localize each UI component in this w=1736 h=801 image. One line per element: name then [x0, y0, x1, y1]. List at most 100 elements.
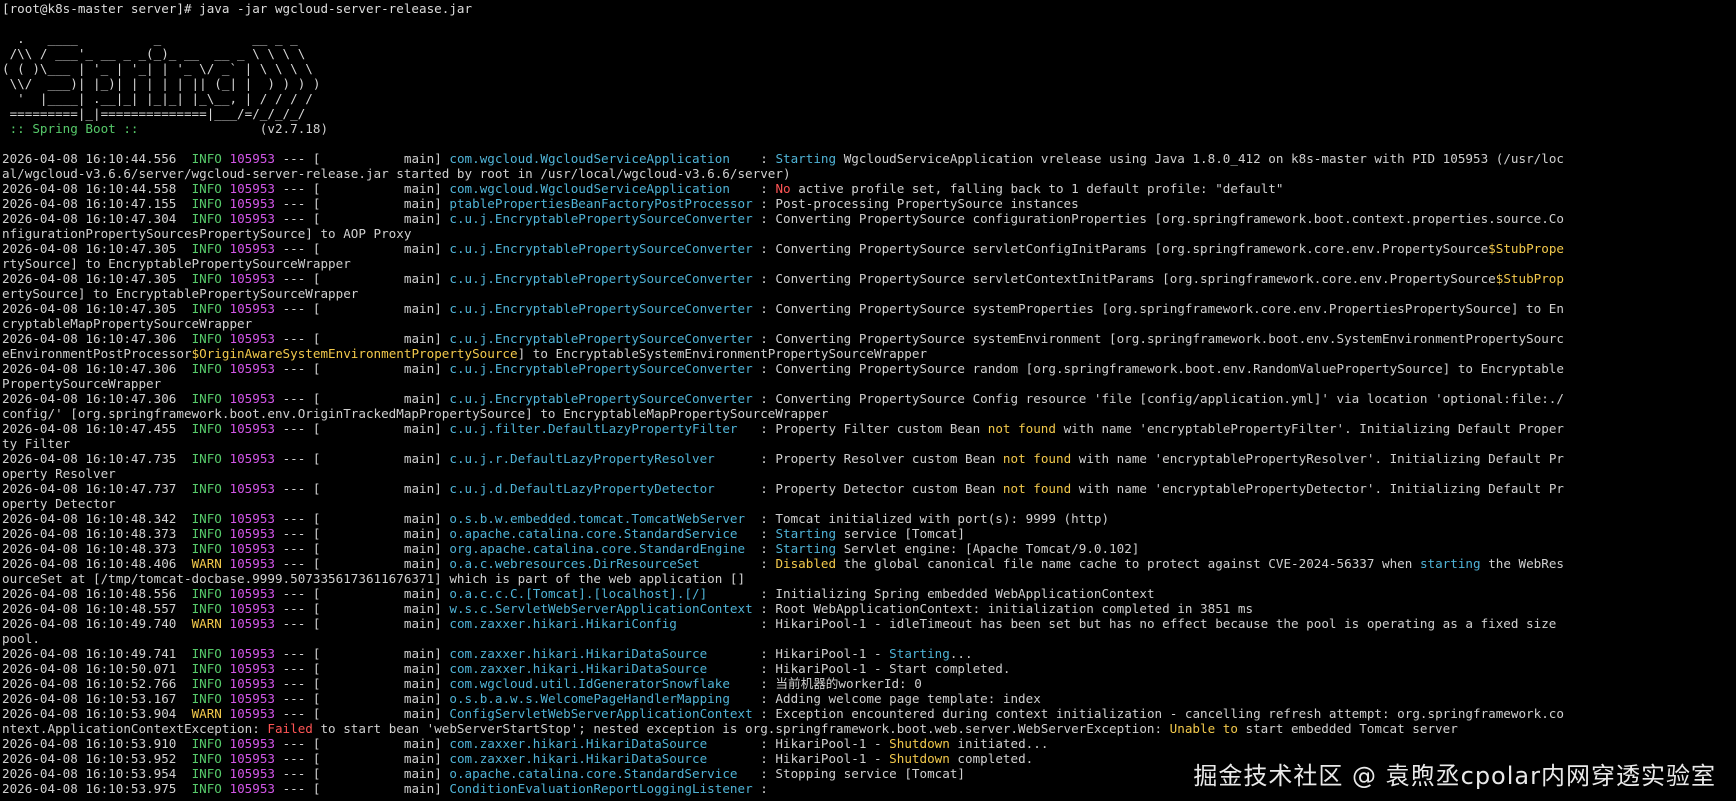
log-timestamp: 2026-04-08 16:10:53.910 — [2, 736, 177, 751]
log-level: INFO — [191, 196, 222, 211]
log-message: Servlet engine: [Apache Tomcat/9.0.102] — [836, 541, 1140, 556]
log-timestamp: 2026-04-08 16:10:52.766 — [2, 676, 177, 691]
log-continuation: al/wgcloud-v3.6.6/server/wgcloud-server-… — [2, 166, 791, 181]
log-continuation: cryptableMapPropertySourceWrapper — [2, 316, 253, 331]
log-pid: 105953 — [229, 751, 276, 766]
log-pid: 105953 — [229, 766, 276, 781]
log-level: INFO — [191, 271, 222, 286]
log-timestamp: 2026-04-08 16:10:48.406 — [2, 556, 177, 571]
log-timestamp: 2026-04-08 16:10:53.952 — [2, 751, 177, 766]
log-level: INFO — [191, 391, 222, 406]
log-thread: --- [ main] — [275, 781, 450, 796]
log-level: INFO — [191, 511, 222, 526]
log-logger: com.wgcloud.util.IdGeneratorSnowflake — [449, 676, 761, 691]
log-message: starting — [1419, 556, 1481, 571]
log-line: 2026-04-08 16:10:48.406 WARN 105953 --- … — [2, 556, 1736, 571]
log-pid: 105953 — [229, 421, 276, 436]
log-message: : — [760, 181, 776, 196]
log-message: Shutdown — [889, 751, 950, 766]
log-logger: o.s.b.a.w.s.WelcomePageHandlerMapping — [449, 691, 761, 706]
log-message: WgcloudServiceApplication vrelease using… — [836, 151, 1564, 166]
log-level: INFO — [191, 526, 222, 541]
log-pid: 105953 — [229, 646, 276, 661]
terminal-output[interactable]: [root@k8s-master server]# java -jar wgcl… — [2, 1, 1736, 796]
log-timestamp: 2026-04-08 16:10:48.373 — [2, 541, 177, 556]
log-level: INFO — [191, 211, 222, 226]
log-logger: com.zaxxer.hikari.HikariConfig — [449, 616, 761, 631]
log-logger: c.u.j.EncryptablePropertySourceConverter — [449, 331, 761, 346]
log-message: service [Tomcat] — [836, 526, 966, 541]
log-timestamp: 2026-04-08 16:10:48.557 — [2, 601, 177, 616]
log-thread: --- [ main] — [275, 451, 450, 466]
log-timestamp: 2026-04-08 16:10:47.305 — [2, 271, 177, 286]
log-message: : Adding welcome page template: index — [760, 691, 1041, 706]
log-level: INFO — [191, 661, 222, 676]
log-message: with name 'encryptablePropertyResolver'.… — [1071, 451, 1564, 466]
log-timestamp: 2026-04-08 16:10:47.304 — [2, 211, 177, 226]
log-pid: 105953 — [229, 511, 276, 526]
log-logger: o.a.c.webresources.DirResourceSet — [449, 556, 761, 571]
log-thread: --- [ main] — [275, 211, 450, 226]
log-message: Failed — [267, 721, 313, 736]
log-thread: --- [ main] — [275, 706, 450, 721]
log-line: 2026-04-08 16:10:48.557 INFO 105953 --- … — [2, 601, 1736, 616]
log-pid: 105953 — [229, 556, 276, 571]
log-message: : Property Detector custom Bean — [760, 481, 1003, 496]
log-message: completed. — [949, 751, 1034, 766]
log-line: 2026-04-08 16:10:53.167 INFO 105953 --- … — [2, 691, 1736, 706]
log-timestamp: 2026-04-08 16:10:49.740 — [2, 616, 177, 631]
log-thread: --- [ main] — [275, 181, 450, 196]
log-thread: --- [ main] — [275, 526, 450, 541]
log-timestamp: 2026-04-08 16:10:47.305 — [2, 241, 177, 256]
log-pid: 105953 — [229, 586, 276, 601]
log-line: 2026-04-08 16:10:47.735 INFO 105953 --- … — [2, 451, 1736, 466]
log-level: INFO — [191, 361, 222, 376]
log-logger: ptablePropertiesBeanFactoryPostProcessor — [449, 196, 761, 211]
log-line: 2026-04-08 16:10:53.910 INFO 105953 --- … — [2, 736, 1736, 751]
log-thread: --- [ main] — [275, 271, 450, 286]
log-pid: 105953 — [229, 541, 276, 556]
log-pid: 105953 — [229, 526, 276, 541]
log-logger: o.s.b.w.embedded.tomcat.TomcatWebServer — [449, 511, 761, 526]
log-message: Unable to — [1169, 721, 1238, 736]
log-continuation: nfigurationPropertySourcesPropertySource… — [2, 226, 412, 241]
log-thread: --- [ main] — [275, 661, 450, 676]
spring-boot-version-line: :: Spring Boot :: (v2.7.18) — [2, 121, 1736, 136]
log-thread: --- [ main] — [275, 751, 450, 766]
log-logger: c.u.j.r.DefaultLazyPropertyResolver — [449, 451, 761, 466]
log-message: eEnvironmentPostProcessor — [2, 346, 192, 361]
log-line: 2026-04-08 16:10:52.766 INFO 105953 --- … — [2, 676, 1736, 691]
log-continuation: operty Detector — [2, 496, 116, 511]
log-message: start embedded Tomcat server — [1237, 721, 1458, 736]
log-message: $OriginAwareSystemEnvironmentPropertySou… — [191, 346, 518, 361]
log-pid: 105953 — [229, 196, 276, 211]
log-logger: c.u.j.EncryptablePropertySourceConverter — [449, 211, 761, 226]
log-thread: --- [ main] — [275, 556, 450, 571]
log-logger: com.zaxxer.hikari.HikariDataSource — [449, 661, 761, 676]
log-continuation: ntext.ApplicationContextException: Faile… — [2, 721, 1736, 736]
spring-banner-line: . ____ _ __ _ _ — [2, 31, 298, 46]
log-continuation: ourceSet at [/tmp/tomcat-docbase.9999.50… — [2, 571, 746, 586]
log-message: the global canonical file name cache to … — [836, 556, 1420, 571]
log-continuation: operty Resolver — [2, 466, 116, 481]
log-pid: 105953 — [229, 661, 276, 676]
log-message: : HikariPool-1 - Start completed. — [760, 661, 1011, 676]
log-line: 2026-04-08 16:10:47.306 INFO 105953 --- … — [2, 361, 1736, 376]
log-level: INFO — [191, 751, 222, 766]
log-logger: ConfigServletWebServerApplicationContext — [449, 706, 761, 721]
log-logger: o.apache.catalina.core.StandardService — [449, 526, 761, 541]
log-logger: o.a.c.c.C.[Tomcat].[localhost].[/] — [449, 586, 761, 601]
log-pid: 105953 — [229, 301, 276, 316]
log-message: : Converting PropertySource Config resou… — [760, 391, 1564, 406]
log-line: 2026-04-08 16:10:47.304 INFO 105953 --- … — [2, 211, 1736, 226]
log-message: the WebRes — [1480, 556, 1565, 571]
log-pid: 105953 — [229, 736, 276, 751]
spring-banner-line: /\\ / ___'_ __ _ _(_)_ __ __ _ \ \ \ \ — [2, 46, 306, 61]
log-line: 2026-04-08 16:10:47.155 INFO 105953 --- … — [2, 196, 1736, 211]
log-continuation: eEnvironmentPostProcessor$OriginAwareSys… — [2, 346, 1736, 361]
log-message: with name 'encryptablePropertyDetector'.… — [1071, 481, 1564, 496]
log-pid: 105953 — [229, 391, 276, 406]
log-thread: --- [ main] — [275, 331, 450, 346]
log-logger: com.zaxxer.hikari.HikariDataSource — [449, 646, 761, 661]
